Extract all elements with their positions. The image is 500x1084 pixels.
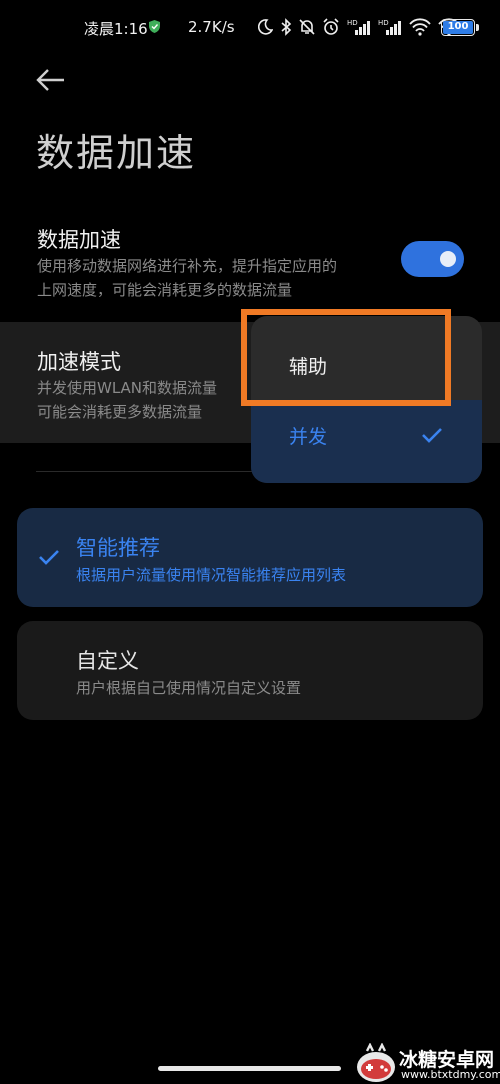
data-accel-desc-1: 使用移动数据网络进行补充，提升指定应用的 — [37, 257, 338, 275]
gesture-nav-bar[interactable] — [158, 1066, 341, 1071]
status-time: 凌晨1:16 — [84, 20, 148, 38]
bell-off-icon — [299, 19, 315, 35]
bluetooth-icon — [281, 18, 292, 36]
smart-recommend-desc: 根据用户流量使用情况智能推荐应用列表 — [76, 566, 347, 584]
smart-recommend-card[interactable]: 智能推荐 根据用户流量使用情况智能推荐应用列表 — [17, 508, 483, 607]
data-accel-title: 数据加速 — [37, 228, 121, 252]
svg-text:HD: HD — [347, 19, 358, 27]
data-accel-toggle[interactable] — [401, 241, 464, 277]
status-bar: 凌晨1:16 2.7K/s HD HD 100 — [0, 0, 500, 56]
check-icon — [422, 428, 442, 443]
custom-card[interactable]: 自定义 用户根据自己使用情况自定义设置 — [17, 621, 483, 720]
smart-recommend-title: 智能推荐 — [76, 536, 160, 560]
alarm-icon — [323, 18, 339, 35]
check-icon — [39, 550, 59, 565]
moon-icon — [258, 19, 273, 35]
status-icons: HD HD — [258, 16, 460, 38]
highlight-annotation — [241, 309, 451, 406]
signal-hd-2-icon: HD — [378, 19, 401, 35]
battery-percent: 100 — [447, 21, 469, 32]
page-title: 数据加速 — [36, 131, 197, 175]
shield-icon — [149, 20, 160, 33]
signal-hd-1-icon: HD — [347, 19, 370, 35]
svg-text:HD: HD — [378, 19, 389, 27]
network-speed: 2.7K/s — [188, 18, 235, 36]
dropdown-option-label: 并发 — [289, 426, 328, 448]
watermark-logo-icon — [357, 1043, 395, 1082]
accel-mode-title: 加速模式 — [37, 350, 121, 374]
data-accel-desc-2: 上网速度，可能会消耗更多的数据流量 — [37, 281, 293, 299]
battery-tip — [476, 24, 479, 31]
accel-mode-desc-1: 并发使用WLAN和数据流量 — [37, 379, 218, 397]
back-arrow-icon[interactable] — [34, 64, 68, 96]
accel-mode-desc-2: 可能会消耗更多数据流量 — [37, 403, 203, 421]
watermark-url: www.btxtdmy.com — [401, 1068, 500, 1081]
wifi-calling-icon — [409, 18, 431, 36]
dropdown-option-concurrent[interactable]: 并发 — [251, 400, 482, 483]
custom-title: 自定义 — [76, 649, 139, 673]
custom-desc: 用户根据自己使用情况自定义设置 — [76, 679, 302, 697]
toggle-knob — [440, 251, 456, 267]
watermark: 冰糖安卓网 www.btxtdmy.com — [355, 1043, 500, 1084]
battery-icon: 100 — [441, 19, 475, 36]
